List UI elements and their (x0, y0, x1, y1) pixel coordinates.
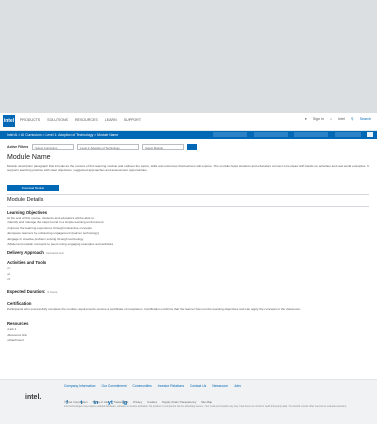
resource-link[interactable]: Attachment (7, 338, 27, 344)
curriculum-filter-box[interactable] (213, 132, 248, 138)
expected-duration-heading: Expected Duration: 6 hours (7, 289, 57, 294)
resources-heading: Resources (7, 321, 29, 326)
activities-heading: Activities and Tools (7, 260, 47, 265)
expected-duration-value: 6 hours (47, 290, 58, 294)
delivery-approach-label: Delivery Approach (7, 250, 44, 255)
list-item: Model and explain concepts to peers usin… (7, 242, 113, 248)
globe-icon[interactable]: ○ (330, 117, 332, 121)
footer-link[interactable]: Communities (132, 384, 151, 388)
nav-link-support[interactable]: Support (124, 118, 141, 122)
footer-fine-print: Intel technologies may require enabled h… (64, 405, 347, 408)
learning-objectives-heading: Learning Objectives (7, 210, 48, 215)
legal-link[interactable]: Trademarks (113, 400, 128, 404)
breadcrumb-bar: Intel AI > AI Curriculum > Level 1: Adop… (0, 131, 377, 139)
footer-links: Company Information Our Commitment Commu… (64, 384, 246, 388)
expected-duration-label: Expected Duration: (7, 289, 46, 294)
footer-link[interactable]: Company Information (64, 384, 96, 388)
level-select[interactable]: Level 1: Adoption of Technology (77, 144, 140, 150)
footer: intel. Company Information Our Commitmen… (0, 379, 377, 424)
legal-link[interactable]: © Intel Corporation (64, 400, 88, 404)
objectives-list: Identify and manage the steps found in a… (7, 220, 113, 248)
delivery-approach-heading: Delivery Approach Instructor-led (7, 250, 63, 255)
search-icon[interactable]: ⚲ (351, 117, 354, 121)
module-select[interactable]: Select Module (142, 144, 185, 150)
search-link[interactable]: Search (360, 117, 371, 121)
list-item: 1 (7, 266, 10, 272)
legal-link[interactable]: Privacy (133, 400, 142, 404)
legal-link[interactable]: Terms of Use (92, 400, 108, 404)
legal-links: © Intel Corporation Terms of Use Tradema… (64, 400, 216, 404)
footer-link[interactable]: Investor Relations (158, 384, 184, 388)
footer-link[interactable]: Newsroom (212, 384, 228, 388)
active-filters: Active Filters Select Curriculum Level 1… (7, 144, 198, 152)
module-title: Module Name (7, 154, 51, 161)
download-module-button[interactable]: Download Module (7, 185, 59, 191)
level-filter-box[interactable] (253, 132, 288, 138)
nav-links: Products Solutions Resources Learn Suppo… (20, 118, 147, 122)
certification-text: Participants who successfully complete t… (7, 307, 302, 311)
list-item: 3 (7, 277, 10, 283)
module-filter-box[interactable] (294, 132, 329, 138)
search-filter-box[interactable] (334, 132, 361, 138)
footer-link[interactable]: Contact Us (190, 384, 206, 388)
delivery-approach-value: Instructor-led (45, 251, 64, 255)
footer-intel-logo[interactable]: intel. (25, 394, 41, 401)
legal-link[interactable]: Cookies (147, 400, 157, 404)
activities-list: 1 2 3 (7, 266, 10, 283)
module-details-heading: Module Details (7, 197, 44, 203)
footer-link[interactable]: Jobs (234, 384, 241, 388)
nav-link-learn[interactable]: Learn (105, 118, 117, 122)
curriculum-select[interactable]: Select Curriculum (32, 144, 75, 150)
legal-link[interactable]: Supply Chain Transparency (162, 400, 196, 404)
list-item: Identify and manage the steps found in a… (7, 220, 113, 226)
intel-logo[interactable]: intel (3, 115, 15, 127)
nav-link-resources[interactable]: Resources (75, 118, 98, 122)
list-item: Empower learners by enhancing engagement… (7, 231, 113, 237)
region-link[interactable]: Intel (338, 117, 345, 121)
nav-right: ● Sign In ○ Intel ⚲ Search (300, 117, 371, 121)
filter-go-button[interactable] (367, 132, 373, 138)
divider (7, 206, 369, 207)
apply-filter-button[interactable] (187, 144, 198, 150)
divider (7, 194, 369, 195)
module-description: Module description paragraph that introd… (7, 164, 369, 173)
footer-link[interactable]: Our Commitment (101, 384, 126, 388)
nav-link-solutions[interactable]: Solutions (47, 118, 68, 122)
legal-link[interactable]: Site Map (201, 400, 212, 404)
breadcrumb[interactable]: Intel AI > AI Curriculum > Level 1: Adop… (7, 133, 118, 137)
user-icon[interactable]: ● (305, 117, 307, 121)
resources-list: Link 1 Resource link Attachment (7, 327, 27, 344)
top-navigation: intel Products Solutions Resources Learn… (0, 113, 377, 131)
sign-in-link[interactable]: Sign In (313, 117, 324, 121)
page: intel Products Solutions Resources Learn… (0, 113, 377, 424)
certification-heading: Certification (7, 301, 32, 306)
breadcrumb-filters (211, 132, 373, 138)
nav-link-products[interactable]: Products (20, 118, 40, 122)
active-filters-label: Active Filters (7, 145, 29, 149)
